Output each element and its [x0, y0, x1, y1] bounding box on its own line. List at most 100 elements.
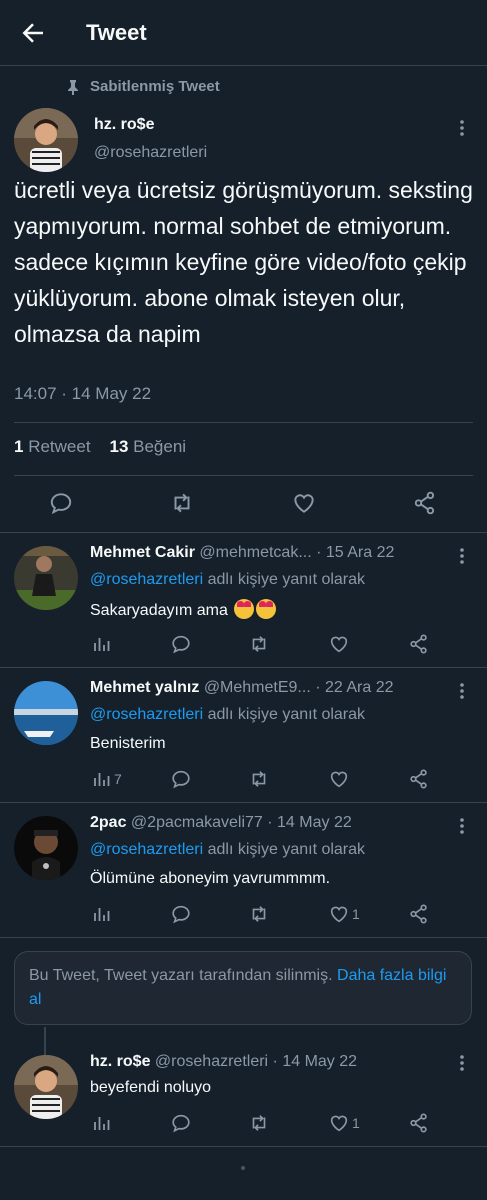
share-icon	[410, 1113, 427, 1133]
reply-date[interactable]: · 15 Ara 22	[316, 544, 394, 561]
reply-button[interactable]	[170, 1111, 192, 1135]
divider	[14, 422, 473, 423]
replying-to-link[interactable]: @rosehazretleri	[90, 706, 203, 723]
tweet-timestamp[interactable]: 14:07 · 14 May 22	[14, 384, 151, 404]
like-icon	[330, 906, 348, 923]
reply-avatar[interactable]	[14, 1055, 78, 1119]
like-count: 1	[352, 906, 360, 922]
reply-author-name[interactable]: Mehmet Cakir	[90, 544, 195, 561]
reply-author-name[interactable]: Mehmet yalnız	[90, 679, 199, 696]
reply-header: Mehmet Cakir @mehmetcak... · 15 Ara 22	[90, 544, 394, 562]
pinned-label: Sabitlenmiş Tweet	[66, 78, 220, 95]
like-button[interactable]	[328, 767, 350, 791]
retweet-stat[interactable]: 1 Retweet	[14, 437, 91, 456]
retweet-icon[interactable]	[169, 490, 195, 516]
reply-icon	[172, 905, 190, 924]
views-count: 7	[114, 771, 122, 787]
more-options-icon[interactable]	[452, 681, 472, 701]
share-button[interactable]	[408, 767, 430, 791]
more-options-icon[interactable]	[452, 118, 472, 138]
reply-date[interactable]: · 14 May 22	[267, 814, 351, 831]
replying-to-link[interactable]: @rosehazretleri	[90, 841, 203, 858]
divider	[0, 937, 487, 938]
like-icon	[330, 771, 348, 788]
share-button[interactable]	[408, 632, 430, 656]
share-icon[interactable]	[412, 490, 438, 516]
retweet-button[interactable]	[248, 767, 270, 791]
like-button[interactable]: 1	[328, 1111, 360, 1135]
like-icon	[330, 636, 348, 653]
retweet-button[interactable]	[248, 902, 270, 926]
reply-author-name[interactable]: hz. ro$e	[90, 1053, 150, 1070]
reply-header: 2pac @2pacmakaveli77 · 14 May 22	[90, 814, 352, 832]
page-title: Tweet	[86, 20, 147, 45]
reply-date[interactable]: · 22 Ara 22	[315, 679, 393, 696]
reply-icon	[172, 1114, 190, 1133]
smiling-hearts-emoji-icon	[234, 599, 255, 619]
back-arrow-icon[interactable]	[18, 18, 48, 48]
thread-line	[44, 1027, 46, 1055]
smiling-hearts-emoji-icon	[256, 599, 277, 619]
deleted-notice-text: Bu Tweet, Tweet yazarı tarafından silinm…	[29, 967, 333, 984]
retweet-button[interactable]	[248, 1111, 270, 1135]
reply-avatar[interactable]	[14, 816, 78, 880]
replying-to: @rosehazretleri adlı kişiye yanıt olarak	[90, 706, 366, 723]
divider	[0, 802, 487, 803]
replying-to-link[interactable]: @rosehazretleri	[90, 571, 203, 588]
views-button[interactable]	[92, 1111, 112, 1135]
more-options-icon[interactable]	[452, 816, 472, 836]
reply-button[interactable]	[170, 632, 192, 656]
views-button[interactable]	[92, 632, 112, 656]
reply-author-handle[interactable]: @rosehazretleri	[155, 1053, 268, 1070]
divider	[0, 667, 487, 668]
author-avatar[interactable]	[14, 108, 78, 172]
reply-header: hz. ro$e @rosehazretleri · 14 May 22	[90, 1053, 357, 1071]
reply-icon	[172, 770, 190, 789]
pin-icon	[68, 79, 78, 95]
reply-author-handle[interactable]: @mehmetcak...	[199, 544, 311, 561]
author-name[interactable]: hz. ro$e	[94, 116, 154, 134]
views-button[interactable]: 7	[92, 767, 122, 791]
reply-avatar[interactable]	[14, 681, 78, 745]
like-icon[interactable]	[291, 490, 317, 516]
retweet-icon	[252, 1115, 266, 1131]
reply-icon	[172, 635, 190, 654]
like-button[interactable]	[328, 632, 350, 656]
reply-date[interactable]: · 14 May 22	[273, 1053, 357, 1070]
like-button[interactable]: 1	[328, 902, 360, 926]
divider	[0, 532, 487, 533]
share-icon	[410, 769, 427, 789]
pinned-text: Sabitlenmiş Tweet	[90, 78, 220, 95]
share-button[interactable]	[408, 1111, 430, 1135]
views-button[interactable]	[92, 902, 112, 926]
views-icon	[94, 908, 110, 921]
retweet-button[interactable]	[248, 632, 270, 656]
divider	[14, 475, 473, 476]
views-icon	[94, 638, 110, 651]
share-button[interactable]	[408, 902, 430, 926]
like-count: 1	[352, 1115, 360, 1131]
views-icon	[94, 773, 110, 786]
like-icon	[330, 1115, 348, 1132]
like-stat[interactable]: 13 Beğeni	[109, 437, 186, 456]
tweet-text: ücretli veya ücretsiz görüşmüyorum. seks…	[14, 177, 473, 347]
reply-text: Benisterim	[90, 735, 166, 752]
reply-text: Ölümüne aboneyim yavrummmm.	[90, 870, 331, 887]
more-options-icon[interactable]	[452, 1053, 472, 1073]
tweet-stats: 1 Retweet 13 Beğeni	[14, 437, 186, 457]
reply-author-handle[interactable]: @MehmetE9...	[204, 679, 311, 696]
reply-text: Sakaryadayım ama	[90, 599, 277, 620]
reply-author-name[interactable]: 2pac	[90, 814, 126, 831]
reply-button[interactable]	[170, 902, 192, 926]
more-options-icon[interactable]	[452, 546, 472, 566]
replying-to: @rosehazretleri adlı kişiye yanıt olarak	[90, 571, 366, 588]
author-handle[interactable]: @rosehazretleri	[94, 144, 207, 162]
reply-author-handle[interactable]: @2pacmakaveli77	[131, 814, 263, 831]
views-icon	[94, 1117, 110, 1130]
reply-button[interactable]	[170, 767, 192, 791]
retweet-icon	[252, 771, 266, 787]
reply-text: beyefendi noluyo	[90, 1079, 211, 1096]
share-icon	[410, 634, 427, 654]
reply-avatar[interactable]	[14, 546, 78, 610]
reply-icon[interactable]	[48, 490, 74, 516]
